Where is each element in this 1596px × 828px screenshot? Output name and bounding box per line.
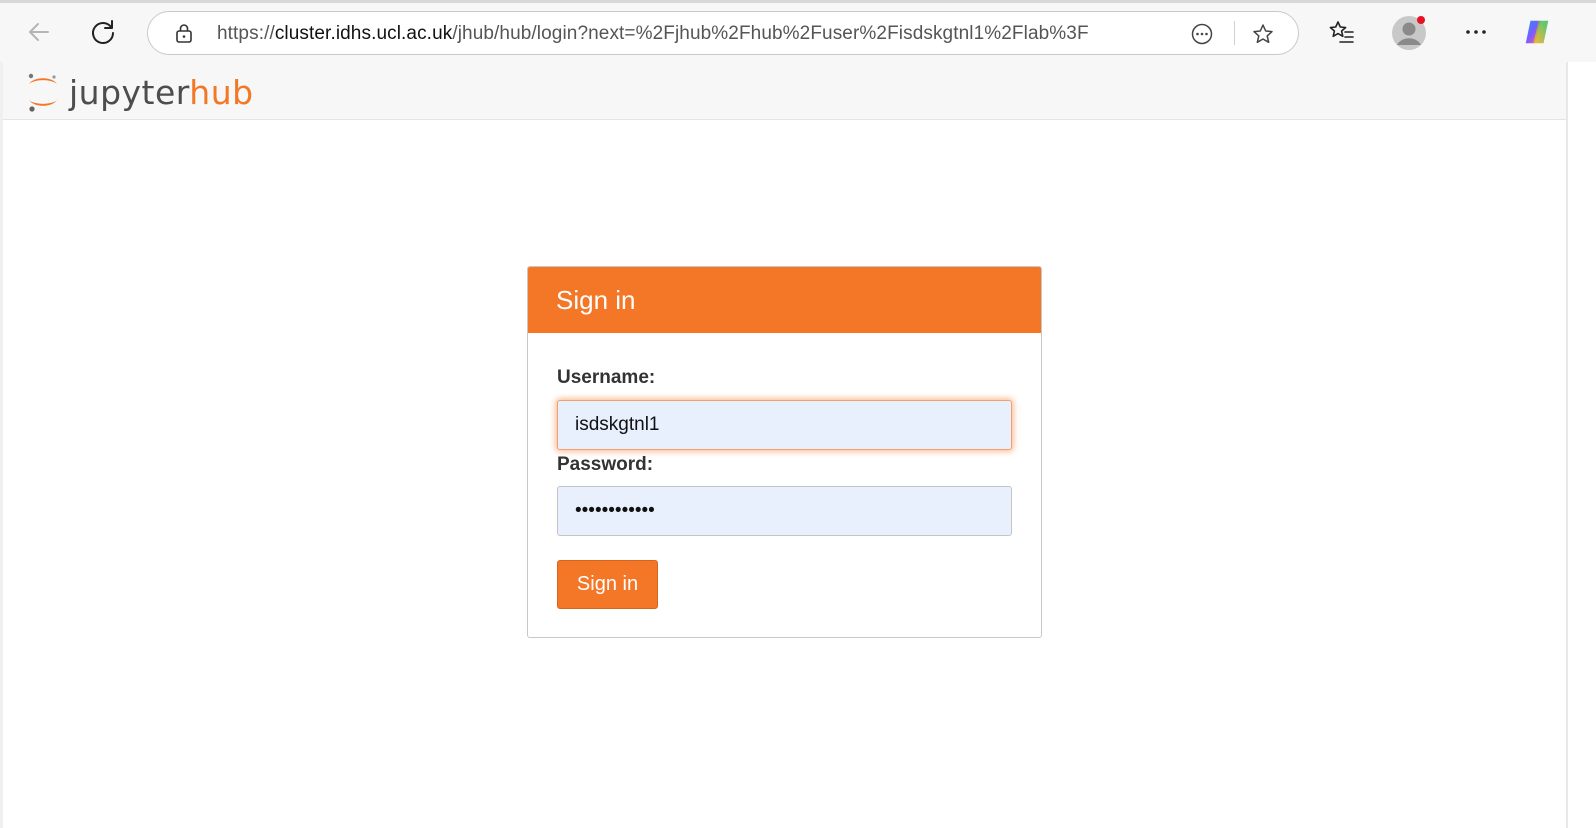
browser-toolbar: https://cluster.idhs.ucl.ac.uk/jhub/hub/… xyxy=(0,0,1596,62)
favorites-button[interactable] xyxy=(1327,17,1357,47)
url-scheme: https:// xyxy=(217,23,275,44)
profile-button[interactable] xyxy=(1391,15,1427,51)
copilot-button[interactable] xyxy=(1522,17,1552,47)
address-bar[interactable]: https://cluster.idhs.ucl.ac.uk/jhub/hub/… xyxy=(147,11,1299,55)
profile-avatar-icon xyxy=(1392,16,1426,50)
jupyterhub-logo[interactable]: jupyterhub xyxy=(23,70,254,114)
address-bar-divider xyxy=(1234,21,1235,45)
username-label: Username: xyxy=(557,367,656,388)
copilot-icon xyxy=(1525,20,1549,44)
logo-wordmark-primary: jupyter xyxy=(69,72,190,112)
settings-menu-button[interactable] xyxy=(1461,17,1491,47)
ellipsis-icon xyxy=(1466,30,1486,34)
url-text[interactable]: https://cluster.idhs.ucl.ac.uk/jhub/hub/… xyxy=(217,23,1089,45)
username-input[interactable] xyxy=(557,400,1012,450)
password-label: Password: xyxy=(557,454,654,475)
page-edge xyxy=(0,62,3,828)
more-options-circle-icon[interactable] xyxy=(1191,23,1213,45)
star-icon[interactable] xyxy=(1252,23,1274,45)
login-card: Sign in Username: Password: Sign in xyxy=(527,266,1042,638)
favorites-icon xyxy=(1329,21,1354,43)
jupyterhub-header: jupyterhub xyxy=(3,62,1566,120)
refresh-button[interactable] xyxy=(88,17,118,47)
jupyter-logo-icon xyxy=(28,73,57,112)
logo-wordmark-accent: hub xyxy=(189,72,254,112)
page-edge xyxy=(1566,62,1568,828)
back-button[interactable] xyxy=(24,17,54,47)
lock-icon[interactable] xyxy=(174,23,194,43)
login-title: Sign in xyxy=(528,267,1041,333)
url-path: /jhub/hub/login?next=%2Fjhub%2Fhub%2Fuse… xyxy=(452,23,1089,44)
sign-in-button[interactable]: Sign in xyxy=(557,560,658,609)
back-arrow-icon xyxy=(29,23,49,41)
password-input[interactable] xyxy=(557,486,1012,536)
logo-wordmark: jupyterhub xyxy=(69,73,254,112)
url-host: cluster.idhs.ucl.ac.uk xyxy=(274,23,453,44)
refresh-icon xyxy=(92,20,114,44)
